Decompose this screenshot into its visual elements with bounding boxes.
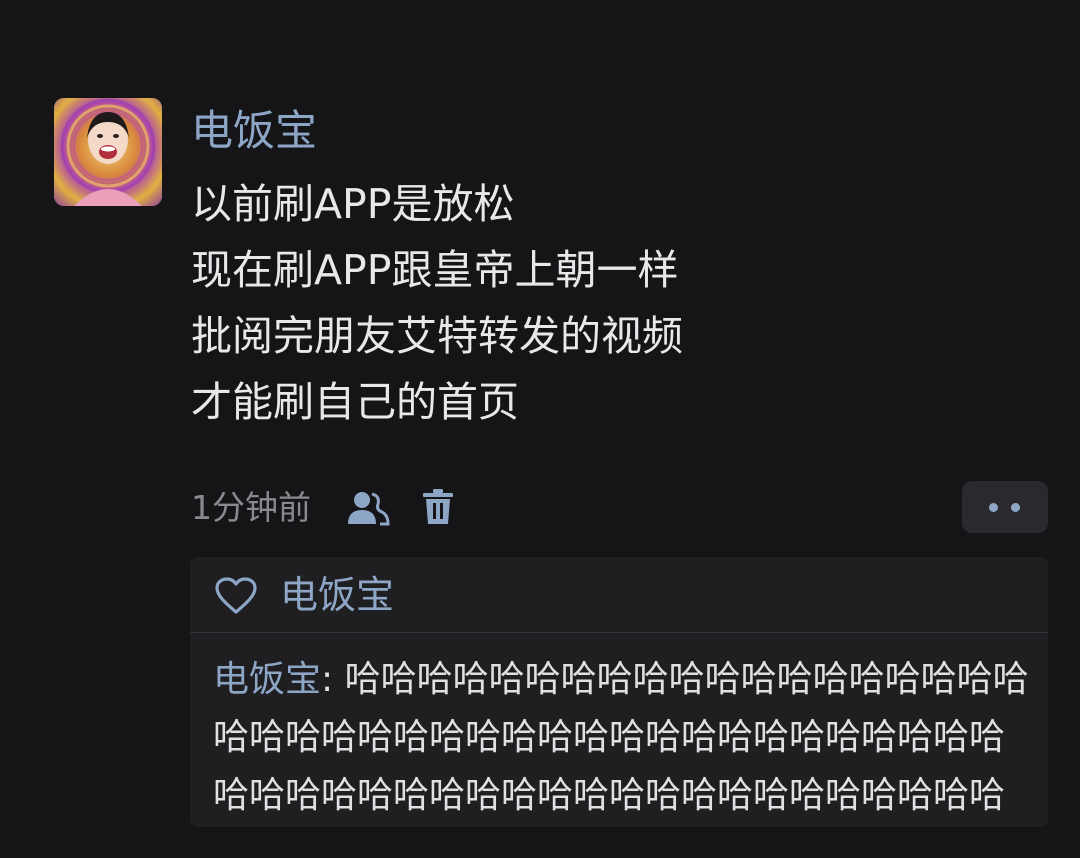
post-username[interactable]: 电饭宝	[191, 104, 317, 158]
post-line: 批阅完朋友艾特转发的视频	[191, 312, 683, 360]
post-content: 以前刷APP是放松 现在刷APP跟皇帝上朝一样 批阅完朋友艾特转发的视频 才能刷…	[191, 171, 911, 435]
liker-name[interactable]: 电饭宝	[280, 569, 394, 621]
post-line: 以前刷APP是放松	[191, 180, 515, 228]
reply-author[interactable]: 电饭宝	[213, 659, 321, 700]
more-options-button[interactable]	[962, 481, 1048, 533]
post-line: 才能刷自己的首页	[191, 378, 519, 426]
trash-icon[interactable]	[422, 488, 454, 526]
like-row: 电饭宝	[190, 557, 1048, 633]
avatar[interactable]	[54, 98, 162, 206]
reply-comment: 电饭宝: 哈哈哈哈哈哈哈哈哈哈哈哈哈哈哈哈哈哈哈哈哈哈哈哈哈哈哈哈哈哈哈哈哈哈哈…	[213, 651, 1039, 827]
avatar-image	[54, 98, 162, 206]
reply-separator: :	[321, 659, 345, 700]
interaction-panel: 电饭宝 电饭宝: 哈哈哈哈哈哈哈哈哈哈哈哈哈哈哈哈哈哈哈哈哈哈哈哈哈哈哈哈哈哈哈…	[190, 557, 1048, 827]
more-dots-icon	[1011, 503, 1020, 512]
more-dots-icon	[989, 503, 998, 512]
post-timestamp: 1分钟前	[191, 488, 311, 527]
heart-outline-icon[interactable]	[214, 577, 258, 615]
people-icon[interactable]	[346, 490, 390, 526]
post-line: 现在刷APP跟皇帝上朝一样	[191, 246, 679, 294]
